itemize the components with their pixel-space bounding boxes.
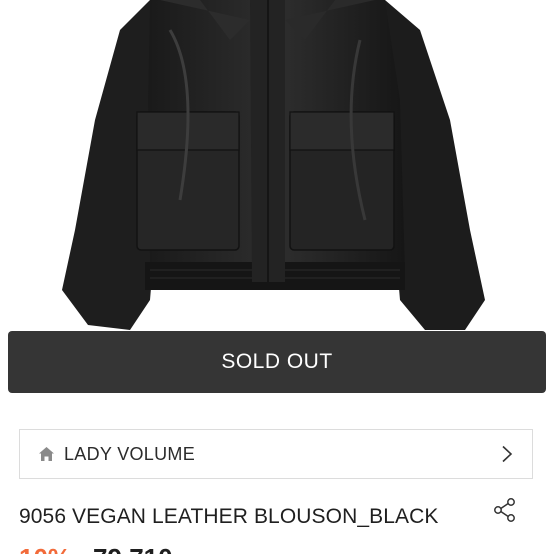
brand-link[interactable]: LADY VOLUME <box>19 429 533 479</box>
discount-rate: 10% <box>19 543 71 554</box>
home-icon <box>38 446 55 463</box>
product-image[interactable] <box>0 0 554 340</box>
leather-jacket-photo <box>62 0 485 330</box>
sale-price: 79,710 <box>93 543 173 554</box>
share-icon[interactable] <box>492 497 518 523</box>
product-title: 9056 VEGAN LEATHER BLOUSON_BLACK <box>19 505 439 528</box>
brand-name: LADY VOLUME <box>64 443 196 464</box>
sold-out-button[interactable]: SOLD OUT <box>8 331 546 393</box>
price-row: 10% 79,710 <box>19 543 173 554</box>
chevron-right-icon <box>500 444 514 464</box>
sold-out-label: SOLD OUT <box>221 350 333 373</box>
product-detail-page: SOLD OUT LADY VOLUME 9056 VEGAN LEATHER … <box>0 0 554 554</box>
